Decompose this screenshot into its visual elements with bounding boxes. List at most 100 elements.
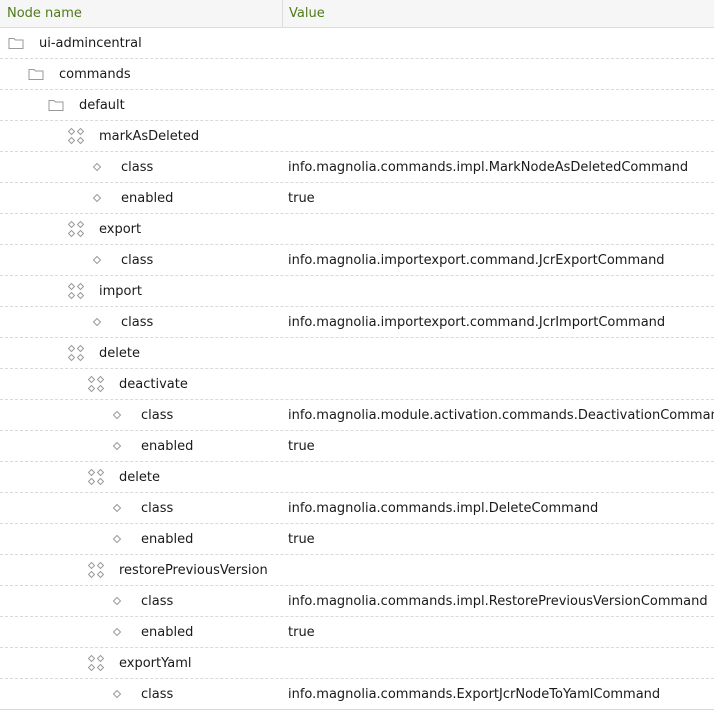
node-name-cell: restorePreviousVersion [0, 561, 283, 579]
node-name: class [141, 407, 174, 423]
tree-row[interactable]: ui-admincentral [0, 28, 714, 59]
content-node-icon [67, 220, 85, 238]
node-name: exportYaml [119, 655, 192, 671]
node-value: true [288, 190, 315, 206]
node-name-cell: class [0, 406, 283, 424]
content-node-icon [87, 654, 105, 672]
node-name-cell: class [0, 685, 283, 703]
node-name: class [141, 593, 174, 609]
property-icon [88, 313, 106, 331]
node-name-cell: enabled [0, 189, 283, 207]
property-icon [108, 592, 126, 610]
node-name: markAsDeleted [99, 128, 200, 144]
node-name: default [79, 97, 125, 113]
tree-row[interactable]: default [0, 90, 714, 121]
tree-row[interactable]: export [0, 214, 714, 245]
tree-row[interactable]: class info.magnolia.commands.ExportJcrNod… [0, 679, 714, 710]
node-name-cell: ui-admincentral [0, 34, 283, 52]
node-value: info.magnolia.commands.impl.MarkNodeAsDe… [288, 159, 689, 175]
node-name: enabled [141, 438, 194, 454]
property-icon [108, 499, 126, 517]
tree-row[interactable]: enabled true [0, 617, 714, 648]
node-value: info.magnolia.commands.impl.RestorePrevi… [288, 593, 708, 609]
folder-icon [47, 96, 65, 114]
content-node-icon [87, 561, 105, 579]
node-name: class [141, 686, 174, 702]
node-name-cell: exportYaml [0, 654, 283, 672]
node-name-cell: enabled [0, 623, 283, 641]
tree-row[interactable]: import [0, 276, 714, 307]
node-value: true [288, 531, 315, 547]
node-name: export [99, 221, 142, 237]
tree-table: Node name Value ui-admincentral commands d… [0, 0, 714, 710]
node-name: class [141, 500, 174, 516]
property-icon [108, 685, 126, 703]
node-name: enabled [141, 531, 194, 547]
node-name: import [99, 283, 142, 299]
node-name: ui-admincentral [39, 35, 142, 51]
content-node-icon [87, 468, 105, 486]
node-name-cell: class [0, 158, 283, 176]
tree-row[interactable]: enabled true [0, 183, 714, 214]
tree-row[interactable]: delete [0, 462, 714, 493]
tree-row[interactable]: delete [0, 338, 714, 369]
property-icon [108, 530, 126, 548]
node-value: info.magnolia.importexport.command.JcrIm… [288, 314, 666, 330]
tree-row[interactable]: class info.magnolia.importexport.command.… [0, 245, 714, 276]
tree-row[interactable]: enabled true [0, 431, 714, 462]
node-name-cell: class [0, 499, 283, 517]
node-name: deactivate [119, 376, 188, 392]
node-name-cell: markAsDeleted [0, 127, 283, 145]
node-value: info.magnolia.importexport.command.JcrEx… [288, 252, 665, 268]
property-icon [108, 623, 126, 641]
node-name-cell: default [0, 96, 283, 114]
content-node-icon [67, 282, 85, 300]
tree-row[interactable]: class info.magnolia.commands.impl.DeleteC… [0, 493, 714, 524]
node-name-cell: enabled [0, 437, 283, 455]
column-header-node-name[interactable]: Node name [0, 0, 283, 27]
table-header: Node name Value [0, 0, 714, 28]
node-name-cell: class [0, 592, 283, 610]
node-name-cell: deactivate [0, 375, 283, 393]
tree-row[interactable]: restorePreviousVersion [0, 555, 714, 586]
node-name: delete [119, 469, 160, 485]
node-name-cell: delete [0, 344, 283, 362]
node-value: true [288, 624, 315, 640]
tree-row[interactable]: markAsDeleted [0, 121, 714, 152]
node-name: class [121, 252, 154, 268]
node-name: delete [99, 345, 140, 361]
tree-row[interactable]: class info.magnolia.commands.impl.Restore… [0, 586, 714, 617]
node-name: class [121, 159, 154, 175]
tree-rows: ui-admincentral commands default markAsDele… [0, 28, 714, 710]
tree-row[interactable]: enabled true [0, 524, 714, 555]
content-node-icon [67, 127, 85, 145]
property-icon [88, 158, 106, 176]
node-name: commands [59, 66, 131, 82]
tree-row[interactable]: class info.magnolia.importexport.command.… [0, 307, 714, 338]
content-node-icon [87, 375, 105, 393]
property-icon [88, 251, 106, 269]
folder-icon [27, 65, 45, 83]
node-name-cell: delete [0, 468, 283, 486]
content-node-icon [67, 344, 85, 362]
node-value: info.magnolia.commands.ExportJcrNodeToYa… [288, 686, 661, 702]
node-value: info.magnolia.module.activation.commands… [288, 407, 714, 423]
node-name: class [121, 314, 154, 330]
node-value: info.magnolia.commands.impl.DeleteComman… [288, 500, 599, 516]
tree-row[interactable]: commands [0, 59, 714, 90]
node-name-cell: enabled [0, 530, 283, 548]
node-name-cell: commands [0, 65, 283, 83]
node-name: enabled [141, 624, 194, 640]
node-value: true [288, 438, 315, 454]
column-header-value[interactable]: Value [283, 0, 714, 27]
tree-row[interactable]: class info.magnolia.commands.impl.MarkNod… [0, 152, 714, 183]
property-icon [108, 437, 126, 455]
tree-row[interactable]: class info.magnolia.module.activation.com… [0, 400, 714, 431]
property-icon [108, 406, 126, 424]
tree-row[interactable]: deactivate [0, 369, 714, 400]
node-name: restorePreviousVersion [119, 562, 268, 578]
node-name-cell: class [0, 251, 283, 269]
node-name-cell: class [0, 313, 283, 331]
tree-row[interactable]: exportYaml [0, 648, 714, 679]
folder-icon [7, 34, 25, 52]
